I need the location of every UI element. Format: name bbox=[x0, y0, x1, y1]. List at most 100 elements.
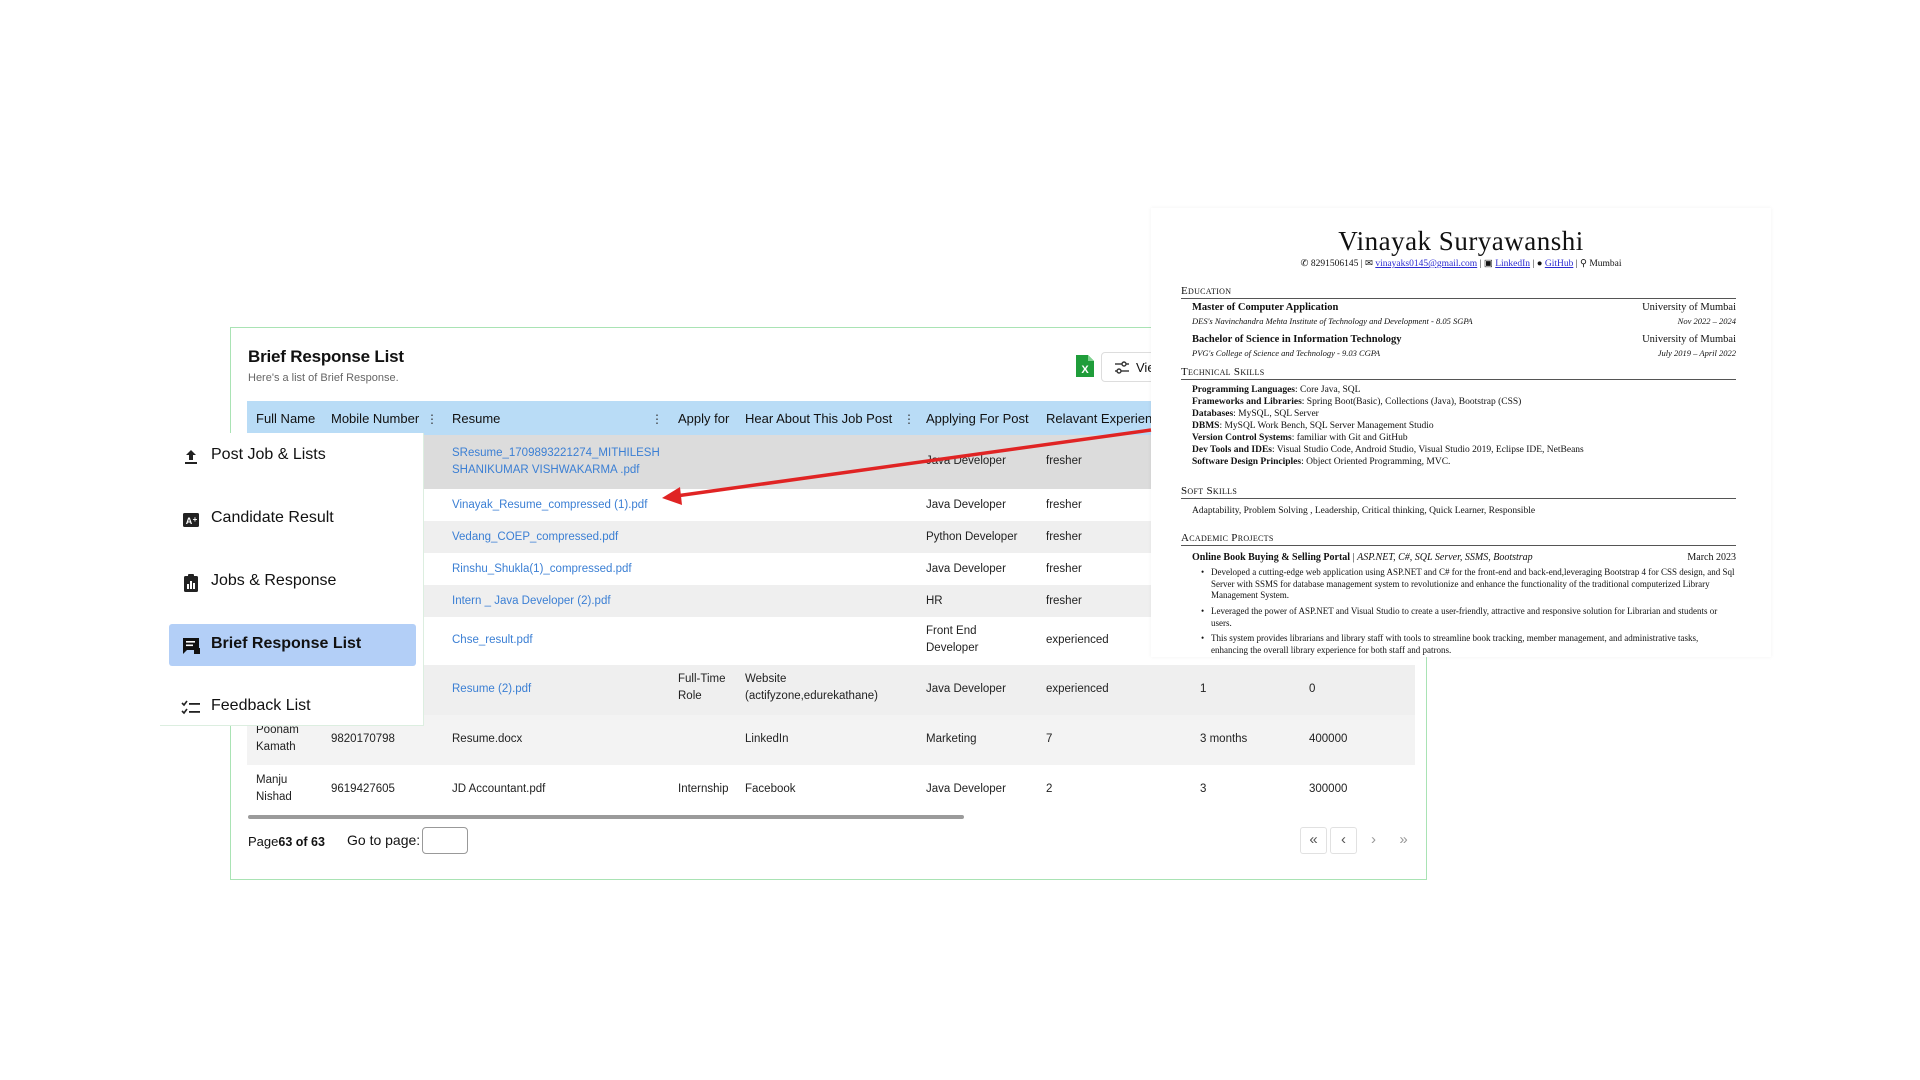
excel-export-icon[interactable]: X bbox=[1074, 354, 1096, 378]
cell-post: Marketing bbox=[926, 733, 977, 745]
header-mobile-number[interactable]: Mobile Number bbox=[331, 411, 419, 426]
dates: Nov 2022 – 2024 bbox=[1677, 316, 1736, 326]
cell-apply-for: Full-Time Role bbox=[678, 673, 726, 702]
cell-post: Java Developer bbox=[926, 563, 1006, 575]
cell-ctc: 400000 bbox=[1309, 733, 1348, 745]
resume-contact: ✆ 8291506145 | ✉ vinayaks0145@gmail.com … bbox=[1300, 259, 1622, 269]
header-hear-about[interactable]: Hear About This Job Post bbox=[745, 411, 892, 426]
location-pin-icon: ⚲ bbox=[1579, 259, 1587, 269]
cell-experience: 2 bbox=[1046, 783, 1053, 795]
school: University of Mumbai bbox=[1642, 302, 1736, 313]
cell-ctc: 0 bbox=[1309, 683, 1316, 695]
next-page-button[interactable]: › bbox=[1360, 827, 1387, 854]
cell-notice: 3 months bbox=[1200, 733, 1248, 745]
checklist-icon bbox=[181, 698, 201, 718]
resume-section-education: Education bbox=[1181, 285, 1736, 299]
degree: Master of Computer Application bbox=[1192, 302, 1339, 313]
header-applying-for-post[interactable]: Applying For Post bbox=[926, 411, 1029, 426]
email-link[interactable]: vinayaks0145@gmail.com bbox=[1375, 259, 1477, 269]
resume-name: Vinayak Suryawanshi bbox=[1338, 226, 1584, 256]
skill-line: Programming Languages: Core Java, SQL bbox=[1192, 385, 1361, 395]
skill-line: Software Design Principles: Object Orien… bbox=[1192, 457, 1451, 467]
svg-text:+: + bbox=[193, 515, 198, 524]
goto-page-input[interactable] bbox=[422, 827, 468, 854]
skill-line: Version Control Systems: familiar with G… bbox=[1192, 433, 1408, 443]
page-indicator: Page63 of 63 bbox=[248, 834, 325, 849]
project-date: March 2023 bbox=[1687, 552, 1736, 563]
github-link[interactable]: GitHub bbox=[1545, 259, 1574, 269]
first-page-button[interactable]: « bbox=[1300, 827, 1327, 854]
sidebar-item-label: Jobs & Response bbox=[211, 572, 337, 589]
phone-icon: ✆ bbox=[1300, 259, 1309, 269]
sidebar-item-candidate-result[interactable]: A + Candidate Result bbox=[169, 498, 416, 540]
sidebar-item-brief-response-list[interactable]: Brief Response List bbox=[169, 624, 416, 666]
goto-page-label: Go to page: bbox=[347, 832, 421, 848]
resume-section-projects: Academic Projects bbox=[1181, 532, 1736, 546]
resume-section-technical: Technical Skills bbox=[1181, 366, 1736, 380]
cell-post: Java Developer bbox=[926, 683, 1006, 695]
column-menu-icon[interactable]: ⋮ bbox=[426, 412, 438, 426]
header-apply-for[interactable]: Apply for bbox=[678, 411, 729, 426]
school: University of Mumbai bbox=[1642, 334, 1736, 345]
page-title: Brief Response List bbox=[248, 347, 404, 366]
resume-preview: Vinayak Suryawanshi ✆ 8291506145 | ✉ vin… bbox=[1151, 208, 1771, 657]
cell-post: Java Developer bbox=[926, 499, 1006, 511]
feedback-list-icon bbox=[181, 636, 201, 656]
resume-link[interactable]: Intern _ Java Developer (2).pdf bbox=[452, 593, 611, 610]
upload-icon bbox=[181, 447, 201, 467]
header-full-name[interactable]: Full Name bbox=[256, 411, 315, 426]
resume-link[interactable]: Chse_result.pdf bbox=[452, 632, 533, 649]
grade-icon: A + bbox=[181, 510, 201, 530]
sidebar-item-post-job[interactable]: Post Job & Lists bbox=[169, 435, 416, 477]
resume-link[interactable]: SResume_1709893221274_MITHILESH SHANIKUM… bbox=[452, 445, 677, 479]
resume-link[interactable]: Resume (2).pdf bbox=[452, 681, 531, 698]
cell-hear-about: LinkedIn bbox=[745, 733, 789, 745]
sidebar-item-label: Candidate Result bbox=[211, 509, 334, 526]
linkedin-icon: ▣ bbox=[1483, 259, 1493, 269]
cell-experience: fresher bbox=[1046, 455, 1082, 467]
cell-post: Java Developer bbox=[926, 783, 1006, 795]
skill-line: DBMS: MySQL Work Bench, SQL Server Manag… bbox=[1192, 421, 1434, 431]
resume-link[interactable]: Vedang_COEP_compressed.pdf bbox=[452, 529, 618, 546]
table-row[interactable]: Manju Nishad 9619427605 JD Accountant.pd… bbox=[247, 765, 1415, 815]
header-relevant-experience[interactable]: Relavant Experien bbox=[1046, 411, 1152, 426]
cell-hear-about: Facebook bbox=[745, 783, 796, 795]
page-subtitle: Here's a list of Brief Response. bbox=[248, 372, 399, 384]
sidebar-item-label: Post Job & Lists bbox=[211, 446, 326, 463]
column-menu-icon[interactable]: ⋮ bbox=[903, 412, 915, 426]
resume-link[interactable]: Vinayak_Resume_compressed (1).pdf bbox=[452, 497, 647, 514]
sidebar-item-jobs-response[interactable]: Jobs & Response bbox=[169, 561, 416, 603]
soft-skills-text: Adaptability, Problem Solving , Leadersh… bbox=[1192, 506, 1536, 516]
prev-page-button[interactable]: ‹ bbox=[1330, 827, 1357, 854]
cell-experience: fresher bbox=[1046, 563, 1082, 575]
cell-notice: 1 bbox=[1200, 683, 1207, 695]
skill-line: Dev Tools and IDEs: Visual Studio Code, … bbox=[1192, 445, 1584, 455]
last-page-button[interactable]: » bbox=[1390, 827, 1417, 854]
project-bullet: This system provides librarians and libr… bbox=[1201, 633, 1736, 656]
sidebar-item-label: Feedback List bbox=[211, 697, 311, 714]
column-menu-icon[interactable]: ⋮ bbox=[651, 412, 663, 426]
cell-experience: fresher bbox=[1046, 595, 1082, 607]
skill-line: Databases: MySQL, SQL Server bbox=[1192, 409, 1319, 419]
cell-experience: experienced bbox=[1046, 683, 1109, 695]
cell-experience: fresher bbox=[1046, 499, 1082, 511]
cell-resume[interactable]: Resume.docx bbox=[452, 731, 522, 748]
horizontal-scrollbar[interactable] bbox=[248, 815, 964, 819]
cell-post: HR bbox=[926, 595, 943, 607]
project-bullet: Leveraged the power of ASP.NET and Visua… bbox=[1201, 606, 1736, 629]
sidebar-item-label: Brief Response List bbox=[211, 635, 362, 652]
cell-mobile: 9619427605 bbox=[331, 783, 395, 795]
linkedin-link[interactable]: LinkedIn bbox=[1495, 259, 1530, 269]
cell-resume[interactable]: JD Accountant.pdf bbox=[452, 781, 545, 798]
sidebar-item-feedback-list[interactable]: Feedback List bbox=[169, 686, 416, 728]
header-resume[interactable]: Resume bbox=[452, 411, 500, 426]
mail-icon: ✉ bbox=[1364, 259, 1373, 269]
resume-section-soft-skills: Soft Skills bbox=[1181, 485, 1736, 499]
degree: Bachelor of Science in Information Techn… bbox=[1192, 334, 1402, 345]
cell-experience: experienced bbox=[1046, 634, 1109, 646]
resume-link[interactable]: Rinshu_Shukla(1)_compressed.pdf bbox=[452, 561, 632, 578]
dates: July 2019 – April 2022 bbox=[1657, 348, 1736, 358]
page-value: 63 of 63 bbox=[278, 835, 325, 849]
cell-post: Front End Developer bbox=[926, 625, 979, 654]
cell-full-name: Manju Nishad bbox=[256, 774, 292, 803]
